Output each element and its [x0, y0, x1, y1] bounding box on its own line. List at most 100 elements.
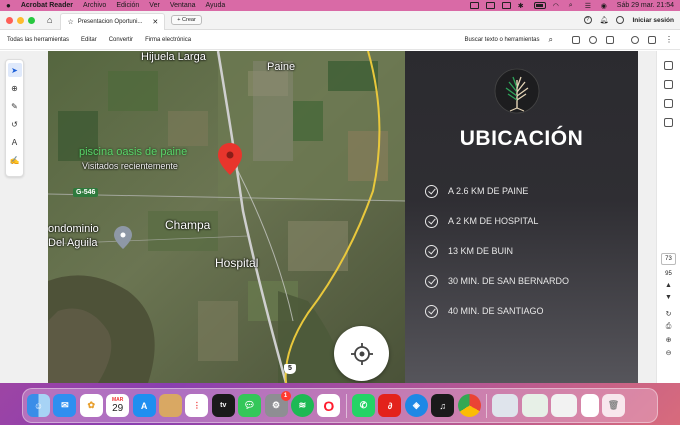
window-1-icon[interactable] — [492, 394, 519, 417]
bookmarks-icon[interactable] — [664, 80, 673, 89]
right-rail: 73 95 ▲ ▼ ↻ ⎙ ⊕ ⊖ — [656, 51, 680, 383]
help-icon[interactable]: ? — [583, 16, 592, 24]
sign-tool-icon[interactable]: ✍ — [8, 153, 22, 167]
battery-icon[interactable] — [533, 2, 546, 9]
search-icon[interactable]: ⌕ — [569, 2, 578, 9]
tv-icon[interactable]: tv — [211, 394, 235, 417]
window-2-icon[interactable] — [521, 394, 548, 417]
layers-icon[interactable] — [664, 118, 673, 127]
tv-label: tv — [220, 402, 227, 409]
zoom-window-button[interactable] — [28, 16, 35, 24]
main-toolbar: Todas las herramientas Editar Convertir … — [0, 30, 680, 50]
tabbar-right: ? 🔔︎ Iniciar sesión — [583, 16, 674, 24]
more-icon[interactable]: ⋮ — [665, 35, 673, 44]
next-page-icon[interactable]: ▼ — [665, 294, 672, 301]
close-tab-icon[interactable]: ✕ — [152, 18, 158, 26]
comment-tool-icon[interactable]: ✎ — [8, 99, 22, 113]
apple-menu-icon[interactable]: ● — [6, 1, 11, 10]
text-tool-icon[interactable]: Ａ — [8, 135, 22, 149]
trash-icon[interactable]: 🗑︎ — [601, 394, 625, 417]
reminders-icon[interactable]: ⋮ — [185, 394, 209, 417]
opera-icon[interactable]: O — [317, 394, 341, 417]
dock-separator — [345, 393, 347, 418]
location-item-text: 30 MIN. DE SAN BERNARDO — [448, 276, 570, 286]
search-tools-button[interactable]: Buscar texto o herramientas — [464, 37, 539, 43]
menu-edicion[interactable]: Edición — [116, 2, 139, 9]
menu-archivo[interactable]: Archivo — [83, 2, 106, 9]
prev-page-icon[interactable]: ▲ — [665, 282, 672, 289]
window-3-icon[interactable] — [551, 394, 578, 417]
e-sign-button[interactable]: Firma electrónica — [145, 37, 191, 43]
appstore-icon[interactable]: A — [132, 394, 156, 417]
map-road-badge: G-546 — [73, 188, 99, 197]
rotate-icon[interactable]: ↻ — [666, 310, 672, 318]
controls-icon[interactable] — [501, 2, 511, 9]
acrobat-icon[interactable]: ∂ — [378, 394, 402, 417]
comments-panel-icon[interactable] — [664, 61, 673, 70]
location-item: A 2.6 KM DE PAINE — [425, 176, 569, 206]
menu-ayuda[interactable]: Ayuda — [206, 2, 226, 9]
menu-ver[interactable]: Ver — [149, 2, 160, 9]
apps-icon[interactable] — [616, 16, 625, 24]
edit-button[interactable]: Editar — [81, 37, 97, 43]
map-label-champa: Champa — [165, 218, 211, 232]
all-tools-button[interactable]: Todas las herramientas — [7, 37, 69, 43]
photos-icon[interactable]: ✿ — [79, 394, 103, 417]
menu-bar: ● Acrobat Reader Archivo Edición Ver Ven… — [0, 0, 680, 11]
spotify-icon[interactable]: ≋ — [290, 394, 314, 417]
select-tool-icon[interactable]: ➤ — [7, 63, 22, 77]
menu-ventana[interactable]: Ventana — [170, 2, 196, 9]
notes-icon[interactable] — [158, 394, 182, 417]
my-location-button[interactable] — [334, 326, 389, 381]
menubar-clock[interactable]: Sáb 29 mar. 21:54 — [617, 2, 674, 9]
voicememos-icon[interactable]: ♫ — [431, 394, 455, 417]
upload-cloud-icon[interactable] — [589, 35, 597, 44]
screen-icon[interactable] — [469, 2, 479, 9]
siri-icon[interactable]: ◉ — [601, 2, 610, 10]
zoom-tool-icon[interactable]: ⊕ — [8, 81, 22, 95]
pages-icon[interactable] — [664, 99, 673, 108]
quick-tools: ➤ ⊕ ✎ ↺ Ａ ✍ — [5, 59, 24, 177]
tree-logo-icon — [494, 68, 540, 114]
document-tab[interactable]: ☆ Presentacion Oportuni... ✕ — [60, 12, 166, 30]
map-label-paine: Paine — [267, 61, 296, 73]
convert-button[interactable]: Convertir — [109, 37, 133, 43]
close-window-button[interactable] — [6, 16, 13, 24]
control-center-icon[interactable]: ☰ — [585, 2, 594, 10]
mail-icon[interactable]: ✉ — [53, 394, 77, 417]
draw-tool-icon[interactable]: ↺ — [8, 117, 22, 131]
window-controls — [6, 16, 35, 24]
calendar-icon[interactable]: MAR 29 — [106, 394, 130, 417]
messages-icon[interactable]: 💬︎ — [238, 394, 262, 417]
extract-icon[interactable]: ⎙ — [666, 323, 672, 331]
share-user-icon[interactable] — [631, 35, 639, 44]
save-icon[interactable] — [572, 35, 580, 44]
zoom-in-icon[interactable]: ⊕ — [666, 336, 672, 344]
notifications-icon[interactable]: 🔔︎ — [600, 16, 609, 24]
map-label-hospital: Hospital — [215, 256, 259, 270]
display-icon[interactable] — [485, 2, 495, 9]
zoom-out-icon[interactable]: ⊖ — [666, 349, 672, 357]
safari-icon[interactable]: ◈ — [404, 394, 428, 417]
menu-app-name[interactable]: Acrobat Reader — [21, 2, 73, 9]
search-icon[interactable]: ⌕ — [549, 35, 553, 45]
create-button[interactable]: + Crear — [171, 15, 202, 25]
chrome-icon[interactable] — [457, 394, 481, 417]
finder-icon[interactable]: ☺ — [27, 394, 50, 417]
link-icon[interactable] — [648, 35, 656, 44]
sign-in-button[interactable]: Iniciar sesión — [632, 17, 674, 24]
whatsapp-icon[interactable]: ✆ — [352, 394, 376, 417]
print-icon[interactable] — [606, 35, 614, 44]
check-circle-icon — [425, 184, 438, 198]
page-number-input[interactable]: 73 — [661, 253, 676, 265]
star-icon[interactable]: ☆ — [67, 18, 73, 26]
wifi-icon[interactable]: ◠ — [553, 2, 562, 10]
minimize-window-button[interactable] — [17, 16, 24, 24]
check-circle-icon — [425, 274, 438, 288]
panel-title: UBICACIÓN — [459, 127, 584, 150]
home-icon[interactable]: ⌂ — [47, 15, 52, 25]
location-item: A 2 KM DE HOSPITAL — [425, 206, 569, 236]
window-4-icon[interactable] — [580, 394, 599, 417]
bluetooth-icon[interactable]: ✱ — [518, 2, 527, 10]
settings-icon[interactable]: ⚙ 1 — [264, 391, 291, 417]
